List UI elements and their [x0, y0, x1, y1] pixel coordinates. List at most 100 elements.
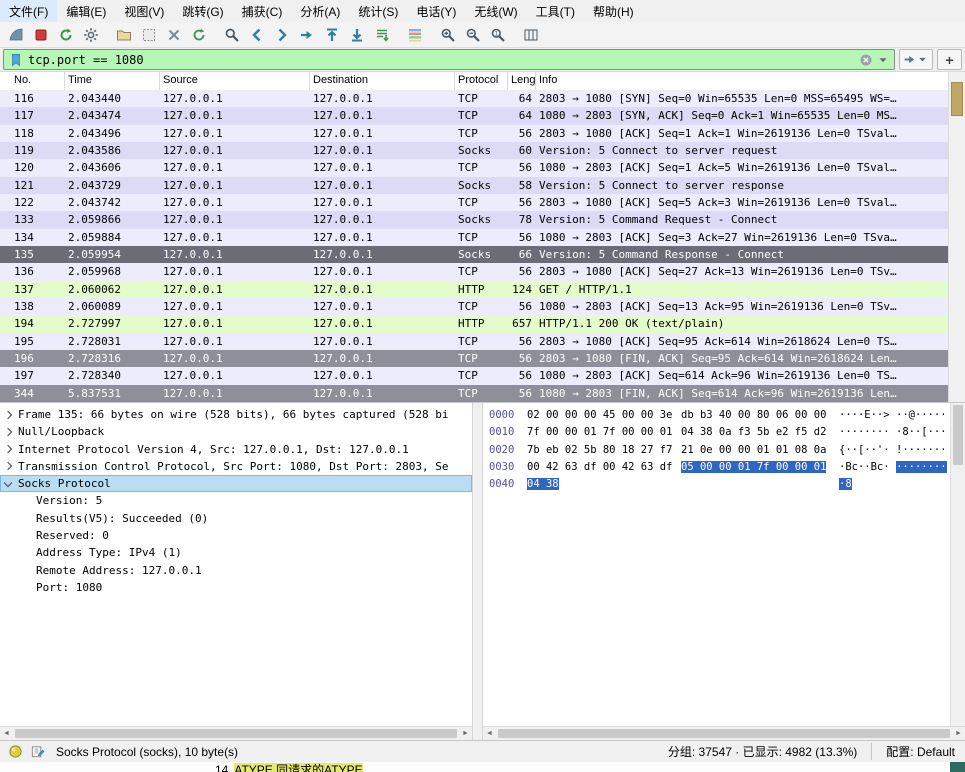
column-header-destination[interactable]: Destination — [310, 72, 455, 90]
collapse-icon[interactable] — [4, 478, 12, 486]
display-filter-input[interactable]: tcp.port == 1080 — [3, 49, 895, 70]
add-filter-button[interactable]: + — [937, 49, 962, 70]
open-file-button[interactable] — [112, 24, 135, 46]
column-header-no[interactable]: No. — [0, 72, 65, 90]
packet-row-120[interactable]: 1202.043606127.0.0.1127.0.0.1TCP561080 →… — [0, 159, 949, 176]
go-first-button[interactable] — [320, 24, 343, 46]
menu-wireless[interactable]: 无线(W) — [465, 0, 526, 22]
packet-row-122[interactable]: 1222.043742127.0.0.1127.0.0.1TCP562803 →… — [0, 194, 949, 211]
scroll-right-arrow-icon[interactable]: ► — [459, 730, 472, 737]
hex-line-0030[interactable]: 003000 42 63 df 00 42 63 df05 00 00 01 7… — [483, 459, 951, 476]
clear-filter-icon[interactable] — [857, 51, 874, 68]
filter-bookmark-icon[interactable] — [7, 51, 24, 68]
detail-line-0[interactable]: Frame 135: 66 bytes on wire (528 bits), … — [0, 406, 472, 423]
scroll-left-arrow-icon[interactable]: ◄ — [483, 730, 496, 737]
expand-icon[interactable] — [4, 462, 12, 470]
packet-row-137[interactable]: 1372.060062127.0.0.1127.0.0.1HTTP124GET … — [0, 281, 949, 298]
zoom-out-button[interactable] — [461, 24, 484, 46]
detail-line-10[interactable]: Port: 1080 — [0, 579, 472, 596]
scroll-right-arrow-icon[interactable]: ► — [952, 730, 965, 737]
save-file-button[interactable] — [137, 24, 160, 46]
find-packet-button[interactable] — [220, 24, 243, 46]
menu-analyze[interactable]: 分析(A) — [291, 0, 349, 22]
packet-row-134[interactable]: 1342.059884127.0.0.1127.0.0.1TCP561080 →… — [0, 229, 949, 246]
menu-help[interactable]: 帮助(H) — [584, 0, 643, 22]
column-header-source[interactable]: Source — [160, 72, 310, 90]
close-file-button[interactable] — [162, 24, 185, 46]
packet-row-119[interactable]: 1192.043586127.0.0.1127.0.0.1Socks60Vers… — [0, 142, 949, 159]
detail-line-2[interactable]: Internet Protocol Version 4, Src: 127.0.… — [0, 441, 472, 458]
zoom-reset-button[interactable]: 1 — [486, 24, 509, 46]
menu-capture[interactable]: 捕获(C) — [233, 0, 292, 22]
packet-row-195[interactable]: 1952.728031127.0.0.1127.0.0.1TCP562803 →… — [0, 333, 949, 350]
status-profile[interactable]: 配置: Default — [871, 743, 955, 760]
auto-scroll-button[interactable] — [370, 24, 393, 46]
bytes-vscrollbar[interactable] — [950, 403, 965, 727]
detail-line-6[interactable]: Results(V5): Succeeded (0) — [0, 510, 472, 527]
restart-capture-button[interactable] — [54, 24, 77, 46]
menu-view[interactable]: 视图(V) — [115, 0, 173, 22]
go-forward-button[interactable] — [270, 24, 293, 46]
bytes-hscrollbar[interactable]: ◄ ► — [483, 726, 965, 740]
hex-line-0010[interactable]: 00107f 00 00 01 7f 00 00 0104 38 0a f3 5… — [483, 424, 951, 441]
menu-statistics[interactable]: 统计(S) — [349, 0, 407, 22]
packet-row-136[interactable]: 1362.059968127.0.0.1127.0.0.1TCP562803 →… — [0, 263, 949, 280]
column-header-time[interactable]: Time — [65, 72, 160, 90]
detail-line-8[interactable]: Address Type: IPv4 (1) — [0, 544, 472, 561]
packet-row-116[interactable]: 1162.043440127.0.0.1127.0.0.1TCP642803 →… — [0, 90, 949, 107]
packet-row-344[interactable]: 3445.837531127.0.0.1127.0.0.1TCP561080 →… — [0, 385, 949, 402]
scrollbar-thumb[interactable] — [953, 405, 963, 465]
filter-history-caret-icon[interactable] — [874, 51, 891, 68]
scrollbar-thumb[interactable] — [951, 82, 963, 116]
packet-row-133[interactable]: 1332.059866127.0.0.1127.0.0.1Socks78Vers… — [0, 211, 949, 228]
detail-line-3[interactable]: Transmission Control Protocol, Src Port:… — [0, 458, 472, 475]
go-to-packet-button[interactable] — [295, 24, 318, 46]
menu-telephony[interactable]: 电话(Y) — [407, 0, 465, 22]
column-header-length[interactable]: Length — [508, 72, 536, 90]
expand-icon[interactable] — [4, 445, 12, 453]
packet-row-194[interactable]: 1942.727997127.0.0.1127.0.0.1HTTP657HTTP… — [0, 315, 949, 332]
packet-row-121[interactable]: 1212.043729127.0.0.1127.0.0.1Socks58Vers… — [0, 177, 949, 194]
packet-row-117[interactable]: 1172.043474127.0.0.1127.0.0.1TCP641080 →… — [0, 107, 949, 124]
hex-line-0000[interactable]: 000002 00 00 00 45 00 00 3edb b3 40 00 8… — [483, 407, 951, 424]
detail-line-4[interactable]: Socks Protocol — [0, 475, 472, 492]
expert-info-icon[interactable] — [6, 743, 24, 761]
apply-filter-button[interactable] — [899, 49, 933, 70]
scroll-left-arrow-icon[interactable]: ◄ — [0, 730, 13, 737]
detail-line-5[interactable]: Version: 5 — [0, 492, 472, 509]
capture-comment-icon[interactable] — [28, 743, 46, 761]
packet-list-scrollbar[interactable] — [948, 72, 965, 402]
column-header-protocol[interactable]: Protocol — [455, 72, 508, 90]
detail-line-1[interactable]: Null/Loopback — [0, 423, 472, 440]
expand-icon[interactable] — [4, 428, 12, 436]
start-capture-button[interactable] — [4, 24, 27, 46]
column-header-info[interactable]: Info — [536, 72, 949, 90]
colorize-packets-button[interactable] — [403, 24, 426, 46]
filter-expression[interactable]: tcp.port == 1080 — [24, 53, 857, 67]
scrollbar-thumb[interactable] — [498, 729, 950, 738]
detail-line-7[interactable]: Reserved: 0 — [0, 527, 472, 544]
packet-row-138[interactable]: 1382.060089127.0.0.1127.0.0.1TCP561080 →… — [0, 298, 949, 315]
resize-columns-button[interactable] — [519, 24, 542, 46]
hex-line-0020[interactable]: 00207b eb 02 5b 80 18 27 f721 0e 00 00 0… — [483, 442, 951, 459]
go-last-button[interactable] — [345, 24, 368, 46]
details-hscrollbar[interactable]: ◄ ► — [0, 726, 472, 740]
menu-file[interactable]: 文件(F) — [0, 0, 57, 22]
menu-go[interactable]: 跳转(G) — [173, 0, 232, 22]
menu-edit[interactable]: 编辑(E) — [57, 0, 115, 22]
detail-line-9[interactable]: Remote Address: 127.0.0.1 — [0, 562, 472, 579]
packet-row-196[interactable]: 1962.728316127.0.0.1127.0.0.1TCP562803 →… — [0, 350, 949, 367]
capture-options-button[interactable] — [79, 24, 102, 46]
packet-row-118[interactable]: 1182.043496127.0.0.1127.0.0.1TCP562803 →… — [0, 125, 949, 142]
scrollbar-thumb[interactable] — [15, 729, 457, 738]
zoom-in-button[interactable] — [436, 24, 459, 46]
hex-line-0040[interactable]: 004004 38·8 — [483, 476, 951, 493]
expand-icon[interactable] — [4, 410, 12, 418]
packet-row-135[interactable]: 1352.059954127.0.0.1127.0.0.1Socks66Vers… — [0, 246, 949, 263]
packet-row-197[interactable]: 1972.728340127.0.0.1127.0.0.1TCP561080 →… — [0, 367, 949, 384]
pane-splitter[interactable] — [472, 403, 483, 740]
go-back-button[interactable] — [245, 24, 268, 46]
stop-capture-button[interactable] — [29, 24, 52, 46]
reload-file-button[interactable] — [187, 24, 210, 46]
menu-tools[interactable]: 工具(T) — [527, 0, 584, 22]
